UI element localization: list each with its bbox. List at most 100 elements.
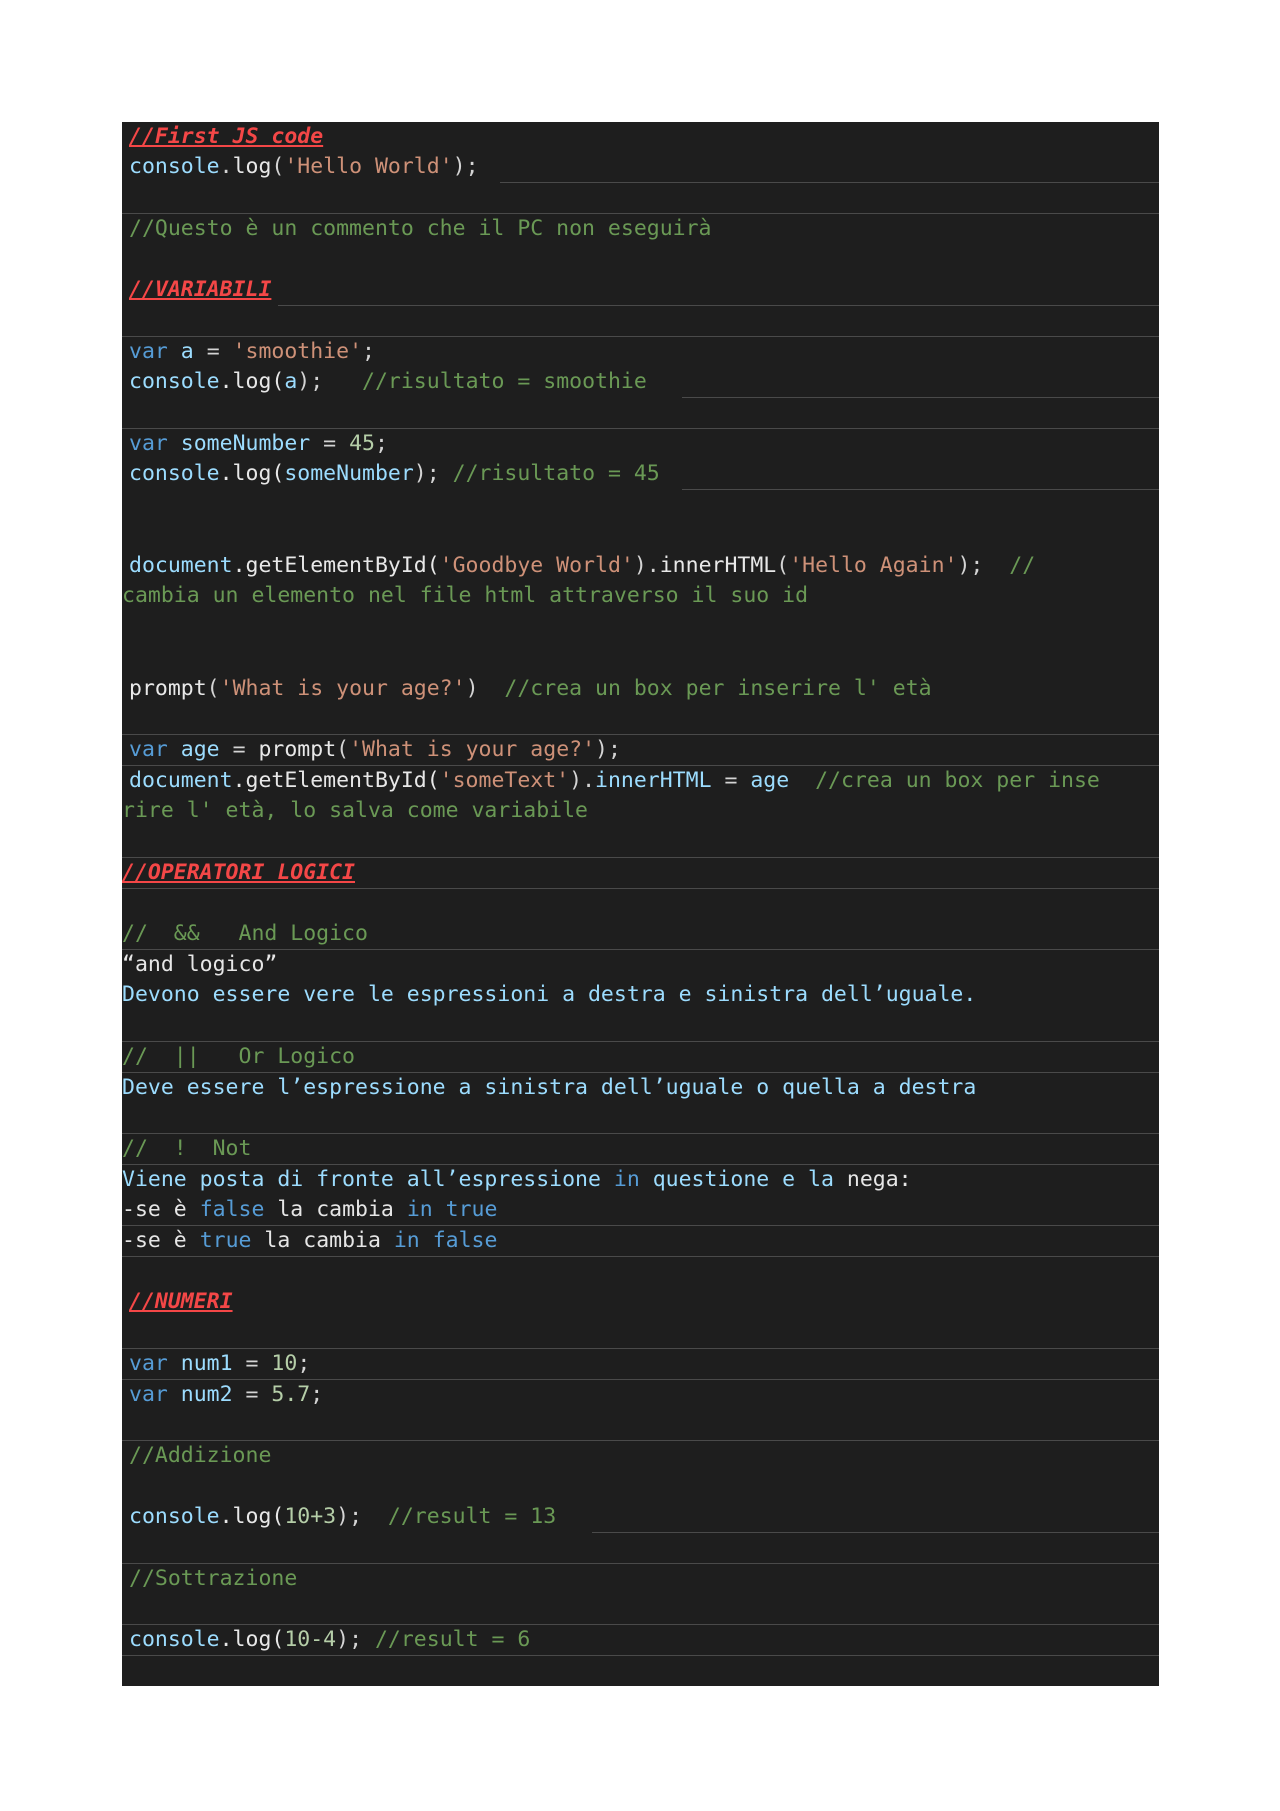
- token: prompt: [129, 676, 207, 701]
- comment-and-logico: // && And Logico: [122, 921, 368, 946]
- token: );: [336, 1504, 388, 1529]
- token: (: [271, 154, 285, 179]
- separator: [122, 1440, 1159, 1441]
- code-line-var-num1: var num1 = 10;: [129, 1349, 310, 1379]
- separator: [500, 182, 1159, 183]
- token: .log(: [219, 461, 285, 486]
- token: someNumber: [167, 431, 311, 456]
- comment-cambia-elemento: cambia un elemento nel file html attrave…: [122, 583, 809, 608]
- token: document: [129, 768, 233, 793]
- token: num1: [167, 1351, 233, 1376]
- comment-or-logico: // || Or Logico: [122, 1044, 355, 1069]
- token: -: [122, 1228, 135, 1253]
- code-line-prompt: prompt('What is your age?') //crea un bo…: [129, 674, 932, 704]
- text-not-true: -se è true la cambia in false: [122, 1226, 497, 1256]
- token: true: [445, 1197, 498, 1222]
- code-line-var-age: var age = prompt('What is your age?');: [129, 735, 621, 765]
- code-line-addizione: console.log(10+3); //result = 13: [129, 1502, 556, 1532]
- token: 'Goodbye World': [439, 553, 634, 578]
- separator: [122, 1256, 1159, 1257]
- text-and-quote: “and logico”: [122, 952, 278, 977]
- comment-questo: //Questo è un commento che il PC non ese…: [129, 216, 712, 241]
- token: .getElementById(: [232, 768, 440, 793]
- token: ): [465, 676, 505, 701]
- token: se è: [134, 1197, 200, 1222]
- token: someNumber: [284, 461, 414, 486]
- token: //risultato = 45: [452, 461, 660, 486]
- token: innerHTML: [659, 553, 777, 578]
- token: 'What is your age?': [349, 737, 596, 762]
- token: questione e la: [639, 1167, 847, 1192]
- token: var: [129, 737, 168, 762]
- token: 'Hello Again': [789, 553, 958, 578]
- token: document: [129, 553, 233, 578]
- section-header-first-js: //First JS code: [129, 124, 324, 149]
- section-header-variabili: //VARIABILI: [129, 277, 272, 302]
- token: 'Hello World': [284, 154, 453, 179]
- token: nega:: [846, 1167, 912, 1192]
- token: a: [167, 339, 207, 364]
- token: .: [219, 154, 233, 179]
- token: ;: [310, 1382, 324, 1407]
- code-line-var-a: var a = 'smoothie';: [129, 337, 375, 367]
- code-line-console-a: console.log(a); //risultato = smoothie: [129, 367, 647, 397]
- separator: [122, 949, 1159, 950]
- token: 10: [271, 1351, 298, 1376]
- token: la cambia: [251, 1228, 394, 1253]
- token: (: [776, 553, 790, 578]
- token: num2: [167, 1382, 233, 1407]
- token: 5.7: [271, 1382, 311, 1407]
- token: var: [129, 1382, 168, 1407]
- token: //crea un box per inse: [815, 768, 1100, 793]
- token: in: [406, 1197, 433, 1222]
- token: (: [206, 676, 220, 701]
- token: .getElementById(: [232, 553, 440, 578]
- token: 'What is your age?': [219, 676, 466, 701]
- token: =: [232, 1351, 272, 1376]
- token: la cambia: [264, 1197, 407, 1222]
- code-line-getelement-sometext: document.getElementById('someText').inne…: [129, 766, 1100, 796]
- token: se è: [134, 1228, 200, 1253]
- token: var: [129, 339, 168, 364]
- token: .log(: [219, 1627, 285, 1652]
- section-header-operatori-logici: //OPERATORI LOGICI: [122, 860, 355, 885]
- token: console: [129, 369, 220, 394]
- token: ).: [569, 768, 596, 793]
- token: console: [129, 1627, 220, 1652]
- separator: [122, 1655, 1159, 1656]
- code-line-getelement-goodbye: document.getElementById('Goodbye World')…: [129, 551, 1035, 581]
- token: var: [129, 431, 168, 456]
- comment-addizione: //Addizione: [129, 1443, 272, 1468]
- separator: [122, 1133, 1159, 1134]
- token: );: [297, 369, 363, 394]
- token: 'smoothie': [232, 339, 363, 364]
- token: ;: [362, 339, 375, 364]
- token: console: [129, 154, 220, 179]
- code-line-sottrazione: console.log(10-4); //result = 6: [129, 1625, 530, 1655]
- text-not-false: -se è false la cambia in true: [122, 1195, 497, 1225]
- token: );: [413, 461, 453, 486]
- token: //result = 6: [374, 1627, 531, 1652]
- token: in: [613, 1167, 640, 1192]
- token: console: [129, 461, 220, 486]
- token: var: [129, 1351, 168, 1376]
- code-line-var-num2: var num2 = 5.7;: [129, 1380, 323, 1410]
- token: 10-4: [284, 1627, 337, 1652]
- token: true: [199, 1228, 252, 1253]
- token: =: [206, 339, 233, 364]
- token: //risultato = smoothie: [362, 369, 647, 394]
- text-or-description: Deve essere l’espressione a sinistra del…: [122, 1075, 977, 1100]
- token: 45: [349, 431, 375, 456]
- separator: [122, 888, 1159, 889]
- token: innerHTML: [595, 768, 712, 793]
- token: in: [393, 1228, 420, 1253]
- token: //: [1009, 553, 1036, 578]
- code-line-console-hello: console.log('Hello World');: [129, 152, 479, 182]
- token: =: [232, 1382, 272, 1407]
- comment-not: // ! Not: [122, 1136, 252, 1161]
- separator: [682, 397, 1159, 398]
- token: 10+3: [284, 1504, 337, 1529]
